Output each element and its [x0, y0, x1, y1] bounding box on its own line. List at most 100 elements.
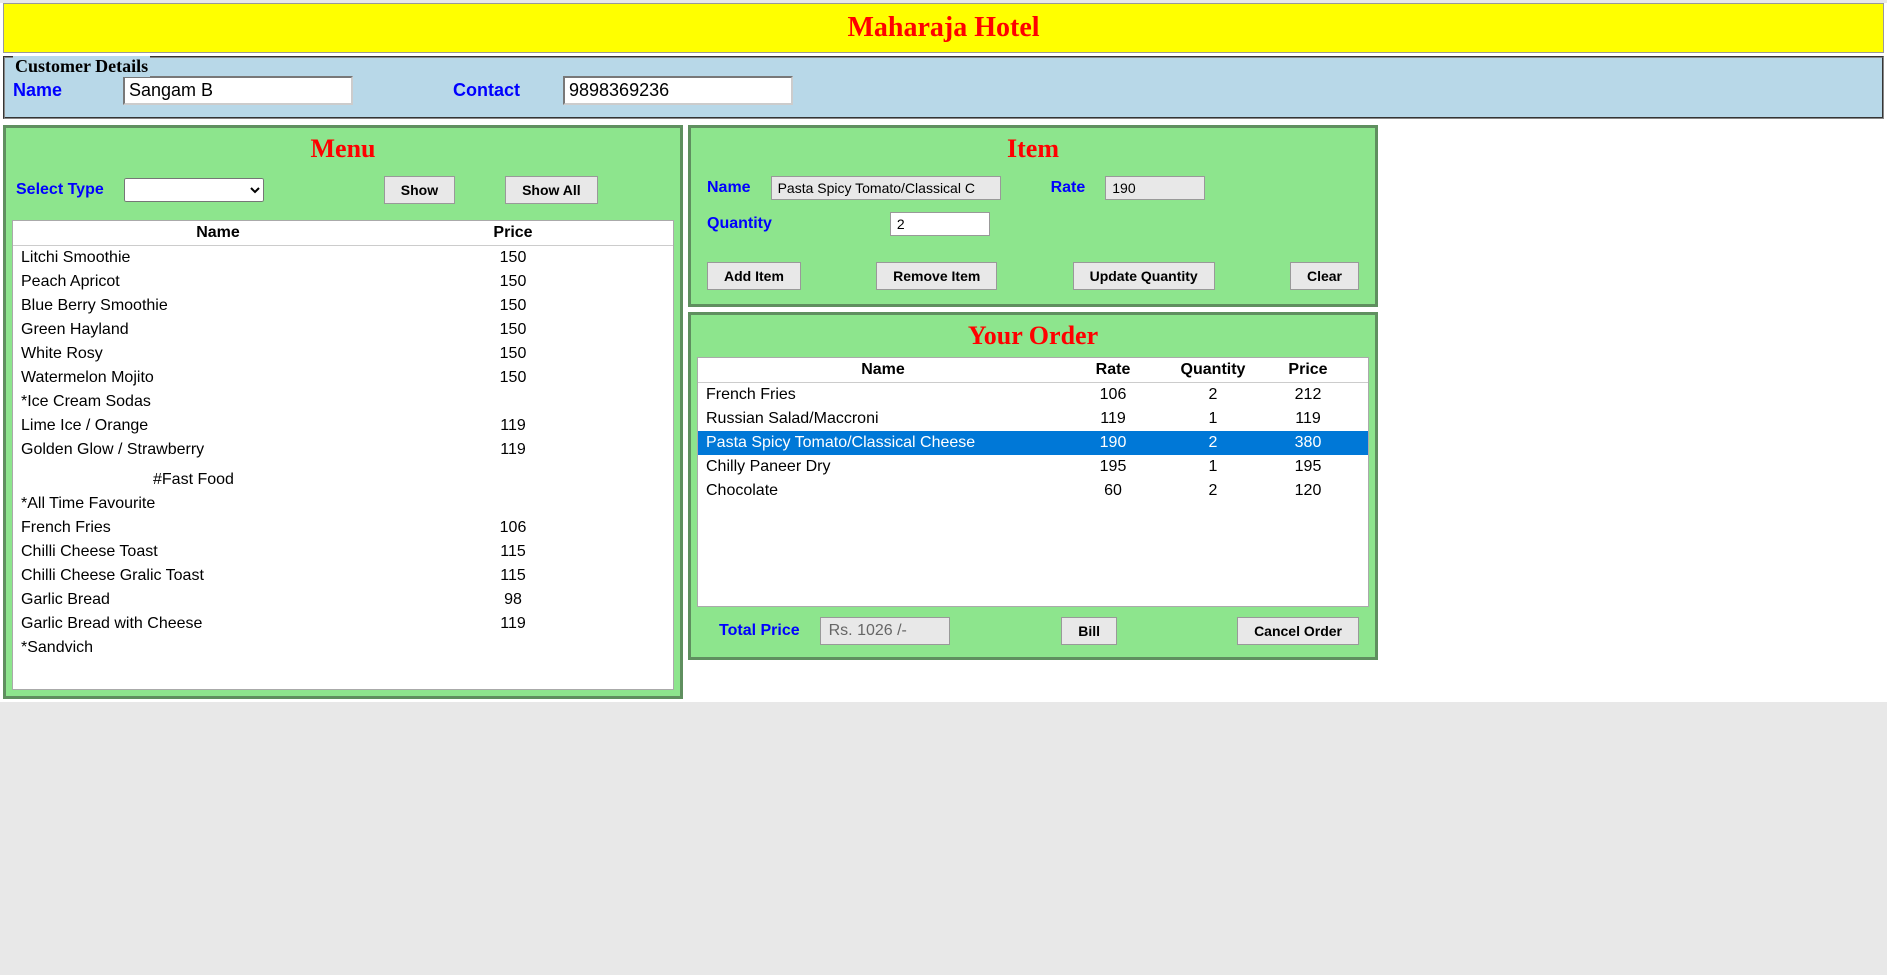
menu-cell-price: 106	[423, 516, 603, 540]
show-all-button[interactable]: Show All	[505, 176, 598, 204]
order-panel: Your Order Name Rate Quantity Price Fren…	[688, 312, 1378, 660]
item-quantity-input[interactable]	[890, 212, 990, 236]
menu-cell-price: 150	[423, 246, 603, 270]
order-cell-price: 120	[1268, 479, 1348, 503]
menu-cell-price	[423, 468, 603, 492]
order-cell-name: French Fries	[698, 383, 1068, 407]
menu-cell-name: *Ice Cream Sodas	[13, 390, 423, 414]
bill-button[interactable]: Bill	[1061, 617, 1117, 645]
app-title: Maharaja Hotel	[12, 12, 1875, 44]
menu-cell-name: Garlic Bread	[13, 588, 423, 612]
order-cell-name: Russian Salad/Maccroni	[698, 407, 1068, 431]
order-header-price: Price	[1268, 358, 1348, 382]
menu-cell-name: Garlic Bread with Cheese	[13, 612, 423, 636]
cancel-order-button[interactable]: Cancel Order	[1237, 617, 1359, 645]
menu-cell-price: 119	[423, 438, 603, 462]
menu-cell-name: White Rosy	[13, 342, 423, 366]
menu-grid-header: Name Price	[13, 221, 673, 246]
order-cell-rate: 119	[1068, 407, 1158, 431]
menu-cell-name: Lime Ice / Orange	[13, 414, 423, 438]
order-row[interactable]: French Fries1062212	[698, 383, 1368, 407]
menu-row[interactable]: Lime Ice / Orange119	[13, 414, 673, 438]
menu-cell-name: Golden Glow / Strawberry	[13, 438, 423, 462]
menu-cell-price	[423, 492, 603, 516]
order-cell-price: 119	[1268, 407, 1348, 431]
menu-cell-price: 115	[423, 540, 603, 564]
menu-cell-name: Litchi Smoothie	[13, 246, 423, 270]
order-cell-price: 212	[1268, 383, 1348, 407]
menu-cell-price	[423, 636, 603, 660]
customer-legend: Customer Details	[13, 56, 150, 77]
menu-panel: Menu Select Type Show Show All Name Pric…	[3, 125, 683, 699]
menu-row[interactable]: Garlic Bread98	[13, 588, 673, 612]
menu-cell-price: 115	[423, 564, 603, 588]
menu-cell-price: 119	[423, 612, 603, 636]
menu-row[interactable]: Garlic Bread with Cheese119	[13, 612, 673, 636]
menu-cell-name: French Fries	[13, 516, 423, 540]
menu-cell-price: 150	[423, 318, 603, 342]
order-row[interactable]: Chilly Paneer Dry1951195	[698, 455, 1368, 479]
total-price-label: Total Price	[719, 622, 800, 640]
menu-row[interactable]: Golden Glow / Strawberry119	[13, 438, 673, 462]
menu-cell-price: 150	[423, 294, 603, 318]
menu-cell-name: Chilli Cheese Gralic Toast	[13, 564, 423, 588]
order-row[interactable]: Russian Salad/Maccroni1191119	[698, 407, 1368, 431]
menu-row[interactable]: White Rosy150	[13, 342, 673, 366]
menu-row[interactable]: #Fast Food	[13, 468, 673, 492]
menu-row[interactable]: Peach Apricot150	[13, 270, 673, 294]
customer-name-input[interactable]	[123, 76, 353, 105]
menu-cell-name: Chilli Cheese Toast	[13, 540, 423, 564]
select-type-label: Select Type	[16, 181, 104, 199]
menu-title: Menu	[12, 134, 674, 164]
menu-cell-name: *All Time Favourite	[13, 492, 423, 516]
menu-row[interactable]: Watermelon Mojito150	[13, 366, 673, 390]
order-cell-name: Chilly Paneer Dry	[698, 455, 1068, 479]
order-row[interactable]: Chocolate602120	[698, 479, 1368, 503]
order-grid[interactable]: Name Rate Quantity Price French Fries106…	[697, 357, 1369, 607]
menu-row[interactable]: *All Time Favourite	[13, 492, 673, 516]
menu-row[interactable]: Blue Berry Smoothie150	[13, 294, 673, 318]
customer-contact-label: Contact	[453, 80, 543, 101]
order-row[interactable]: Pasta Spicy Tomato/Classical Cheese19023…	[698, 431, 1368, 455]
menu-cell-name: *Sandvich	[13, 636, 423, 660]
item-panel: Item Name Pasta Spicy Tomato/Classical C…	[688, 125, 1378, 307]
menu-row[interactable]: Litchi Smoothie150	[13, 246, 673, 270]
order-cell-rate: 195	[1068, 455, 1158, 479]
order-cell-quantity: 2	[1158, 431, 1268, 455]
clear-button[interactable]: Clear	[1290, 262, 1359, 290]
menu-row[interactable]: French Fries106	[13, 516, 673, 540]
menu-cell-price: 150	[423, 366, 603, 390]
order-cell-quantity: 1	[1158, 407, 1268, 431]
menu-cell-price: 150	[423, 270, 603, 294]
customer-name-label: Name	[13, 80, 103, 101]
customer-contact-input[interactable]	[563, 76, 793, 105]
menu-cell-price: 98	[423, 588, 603, 612]
menu-row[interactable]: *Sandvich	[13, 636, 673, 660]
customer-details-panel: Customer Details Name Contact	[3, 56, 1884, 119]
show-button[interactable]: Show	[384, 176, 455, 204]
update-quantity-button[interactable]: Update Quantity	[1073, 262, 1215, 290]
menu-row[interactable]: Chilli Cheese Toast115	[13, 540, 673, 564]
menu-cell-price	[423, 390, 603, 414]
total-price-value: Rs. 1026 /-	[820, 617, 950, 645]
menu-cell-price: 150	[423, 342, 603, 366]
menu-row[interactable]: Green Hayland150	[13, 318, 673, 342]
order-cell-price: 195	[1268, 455, 1348, 479]
order-cell-rate: 190	[1068, 431, 1158, 455]
order-cell-rate: 106	[1068, 383, 1158, 407]
menu-row[interactable]: Chilli Cheese Gralic Toast115	[13, 564, 673, 588]
add-item-button[interactable]: Add Item	[707, 262, 801, 290]
item-name-label: Name	[707, 179, 751, 197]
menu-cell-name: Peach Apricot	[13, 270, 423, 294]
order-cell-name: Pasta Spicy Tomato/Classical Cheese	[698, 431, 1068, 455]
item-quantity-label: Quantity	[707, 215, 772, 233]
menu-row[interactable]: *Ice Cream Sodas	[13, 390, 673, 414]
menu-cell-name: Watermelon Mojito	[13, 366, 423, 390]
order-header-quantity: Quantity	[1158, 358, 1268, 382]
order-header-rate: Rate	[1068, 358, 1158, 382]
select-type-combo[interactable]	[124, 178, 264, 202]
menu-cell-name: Green Hayland	[13, 318, 423, 342]
menu-header-name: Name	[13, 221, 423, 245]
menu-grid[interactable]: Name Price Litchi Smoothie150Peach Apric…	[12, 220, 674, 690]
remove-item-button[interactable]: Remove Item	[876, 262, 997, 290]
